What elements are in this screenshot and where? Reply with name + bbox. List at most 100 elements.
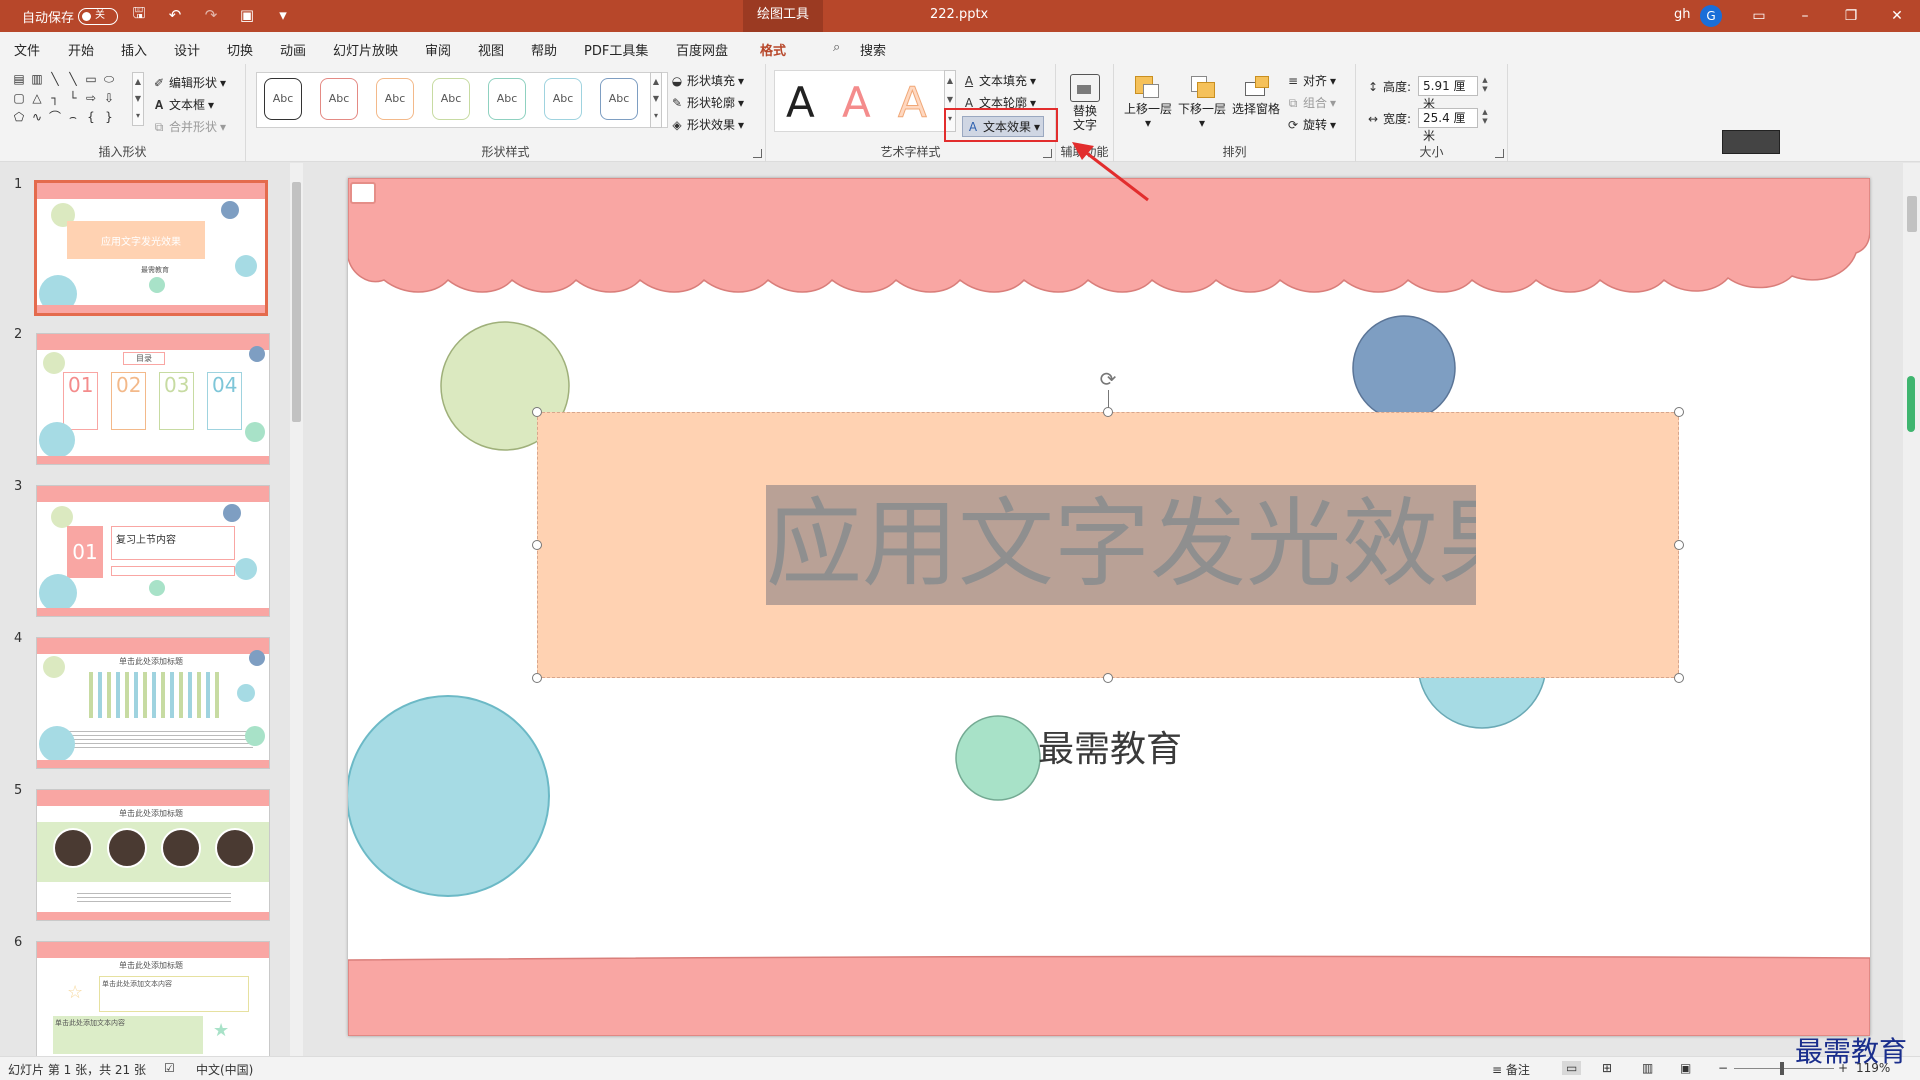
slide-thumbnail-1[interactable]: 应用文字发光效果 最需教育	[34, 180, 268, 316]
tab-insert[interactable]: 插入	[121, 40, 147, 59]
zoom-out-icon[interactable]: −	[1718, 1061, 1728, 1075]
elbow-shape-icon[interactable]: └	[66, 92, 80, 104]
resize-handle-w[interactable]	[532, 540, 542, 550]
text-fill-button[interactable]: A 文本填充 ▾	[962, 72, 1036, 89]
rectangle-shape-icon[interactable]: ▭	[84, 73, 98, 85]
rotate-button[interactable]: ⟳ 旋转 ▾	[1286, 116, 1336, 133]
resize-handle-e[interactable]	[1674, 540, 1684, 550]
group-button[interactable]: ⧉ 组合 ▾	[1286, 94, 1336, 111]
shape-style-7[interactable]: Abc	[600, 78, 638, 120]
dialog-launcher-icon[interactable]	[1043, 149, 1052, 158]
resize-handle-sw[interactable]	[532, 673, 542, 683]
width-spinner[interactable]: ▲ ▼	[1480, 108, 1490, 128]
curve-shape-icon[interactable]: ⌢	[66, 111, 80, 123]
align-button[interactable]: ≡ 对齐 ▾	[1286, 72, 1336, 89]
canvas-scroll-thumb[interactable]	[1907, 196, 1917, 232]
slide-thumbnail-5[interactable]: 单击此处添加标题	[36, 789, 270, 921]
slide-sorter-icon[interactable]: ⊞	[1602, 1061, 1612, 1075]
spellcheck-icon[interactable]: ☑	[164, 1061, 175, 1075]
bring-forward-button[interactable]: 上移一层 ▾	[1122, 72, 1174, 130]
resize-handle-nw[interactable]	[532, 407, 542, 417]
zoom-slider-thumb[interactable]	[1780, 1062, 1784, 1075]
shape-effects-button[interactable]: ◈ 形状效果 ▾	[670, 116, 744, 133]
shape-style-2[interactable]: Abc	[320, 78, 358, 120]
shape-style-1[interactable]: Abc	[264, 78, 302, 120]
wordart-style-3[interactable]: A	[898, 78, 928, 128]
tab-design[interactable]: 设计	[174, 40, 200, 59]
language-indicator[interactable]: 中文(中国)	[196, 1061, 253, 1078]
shape-styles-scroll[interactable]: ▲ ▼ ▾	[650, 72, 662, 128]
tab-file[interactable]: 文件	[14, 40, 40, 59]
customize-qat-icon[interactable]: ▾	[272, 4, 294, 26]
textbox-shape-icon[interactable]: ▤	[12, 73, 26, 85]
notes-button[interactable]: ≡ 备注	[1492, 1061, 1530, 1078]
thumbnail-scroll-thumb[interactable]	[292, 182, 301, 422]
resize-handle-ne[interactable]	[1674, 407, 1684, 417]
tab-slideshow[interactable]: 幻灯片放映	[333, 40, 398, 59]
restore-icon[interactable]: ❐	[1828, 0, 1874, 32]
close-icon[interactable]: ✕	[1874, 0, 1920, 32]
shape-style-3[interactable]: Abc	[376, 78, 414, 120]
tab-baidu-netdisk[interactable]: 百度网盘	[676, 40, 728, 59]
shape-fill-button[interactable]: ◒ 形状填充 ▾	[670, 72, 744, 89]
comment-marker-icon[interactable]	[350, 182, 376, 204]
freeform-shape-icon[interactable]: ⬠	[12, 111, 26, 123]
dialog-launcher-icon[interactable]	[1495, 149, 1504, 158]
edit-shape-button[interactable]: ✐ 编辑形状 ▾	[152, 74, 226, 91]
oval-shape-icon[interactable]: ⬭	[102, 73, 116, 85]
shape-style-4[interactable]: Abc	[432, 78, 470, 120]
tab-animations[interactable]: 动画	[280, 40, 306, 59]
wordart-style-1[interactable]: A	[786, 78, 815, 127]
slide-thumbnail-4[interactable]: 单击此处添加标题	[36, 637, 270, 769]
search-icon[interactable]: ⌕	[833, 40, 840, 55]
resize-handle-se[interactable]	[1674, 673, 1684, 683]
height-spinner[interactable]: ▲ ▼	[1480, 76, 1490, 96]
line-shape-icon[interactable]: ╲	[48, 73, 62, 85]
reading-view-icon[interactable]: ▥	[1642, 1061, 1653, 1075]
selection-pane-button[interactable]: 选择窗格	[1230, 72, 1282, 116]
tab-review[interactable]: 审阅	[425, 40, 451, 59]
present-icon[interactable]: ▣	[236, 4, 258, 26]
shape-style-6[interactable]: Abc	[544, 78, 582, 120]
redo-icon[interactable]: ↷	[200, 4, 222, 26]
alt-text-button[interactable]: 替换文字	[1064, 74, 1106, 132]
slide-subtitle[interactable]: 最需教育	[1030, 720, 1190, 772]
width-input[interactable]: 25.4 厘米	[1418, 108, 1478, 143]
slide-thumbnail-6[interactable]: 单击此处添加标题 单击此处添加文本内容 单击此处添加文本内容 ☆ ★	[36, 941, 270, 1056]
tab-transitions[interactable]: 切换	[227, 40, 253, 59]
line2-shape-icon[interactable]: ╲	[66, 73, 80, 85]
normal-view-icon[interactable]: ▭	[1562, 1061, 1582, 1075]
slideshow-icon[interactable]: ▣	[1680, 1061, 1691, 1075]
tab-view[interactable]: 视图	[478, 40, 504, 59]
minimize-icon[interactable]: –	[1782, 0, 1828, 32]
slide-title-text[interactable]: 应用文字发光效果	[766, 485, 1476, 605]
resize-handle-s[interactable]	[1103, 673, 1113, 683]
resize-handle-n[interactable]	[1103, 407, 1113, 417]
vertical-textbox-icon[interactable]: ▥	[30, 73, 44, 85]
shape-style-5[interactable]: Abc	[488, 78, 526, 120]
canvas-scrollbar[interactable]	[1903, 163, 1920, 1056]
tab-help[interactable]: 帮助	[531, 40, 557, 59]
down-arrow-shape-icon[interactable]: ⇩	[102, 92, 116, 104]
send-backward-button[interactable]: 下移一层 ▾	[1176, 72, 1228, 130]
tab-pdf-tools[interactable]: PDF工具集	[584, 40, 648, 59]
brace-shape-icon[interactable]: {	[84, 111, 98, 123]
tab-format[interactable]: 格式	[760, 40, 786, 59]
wordart-style-2[interactable]: A	[842, 78, 871, 127]
tab-home[interactable]: 开始	[68, 40, 94, 59]
save-icon[interactable]: 🖫	[128, 4, 150, 26]
arrow-shape-icon[interactable]: ⇨	[84, 92, 98, 104]
autosave-toggle[interactable]: 关	[78, 8, 118, 25]
slide-thumbnail-2[interactable]: 目录 01 02 03 04	[36, 333, 270, 465]
input-method-toolbar[interactable]	[1722, 130, 1780, 154]
user-avatar[interactable]: G	[1700, 5, 1722, 27]
height-input[interactable]: 5.91 厘米	[1418, 76, 1478, 111]
dialog-launcher-icon[interactable]	[753, 149, 762, 158]
connector-shape-icon[interactable]: ┐	[48, 92, 62, 104]
rounded-rect-shape-icon[interactable]: ▢	[12, 92, 26, 104]
merge-shapes-button[interactable]: ⧉ 合并形状 ▾	[152, 118, 226, 135]
ribbon-display-icon[interactable]: ▭	[1736, 0, 1782, 32]
floating-green-handle[interactable]	[1907, 376, 1915, 432]
slide-thumbnail-3[interactable]: 01 复习上节内容	[36, 485, 270, 617]
text-box-button[interactable]: 𝐀 文本框 ▾	[152, 96, 214, 113]
